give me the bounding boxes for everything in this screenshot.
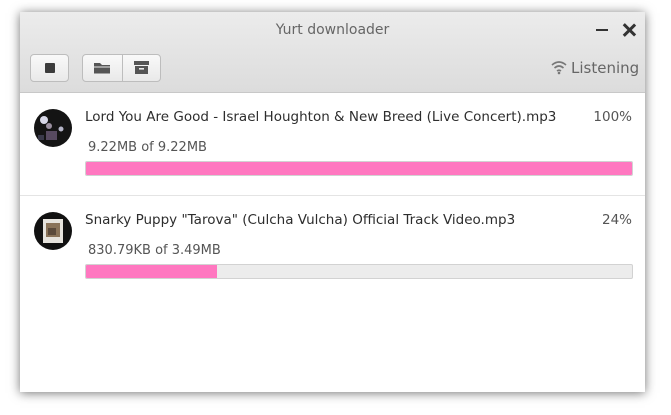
stop-button[interactable] (30, 54, 69, 82)
progress-percent: 100% (593, 109, 632, 125)
progress-bar (85, 161, 633, 176)
wifi-icon (551, 61, 567, 75)
progress-fill (86, 162, 632, 175)
file-name: Lord You Are Good - Israel Houghton & Ne… (85, 109, 557, 125)
toolbar-button-group (82, 54, 161, 82)
download-item[interactable]: Lord You Are Good - Israel Houghton & Ne… (20, 93, 645, 196)
file-name: Snarky Puppy "Tarova" (Culcha Vulcha) Of… (85, 212, 516, 228)
progress-fill (86, 265, 218, 278)
app-window: Yurt downloader Listening Lord You Are G… (20, 12, 645, 392)
download-size: 830.79KB of 3.49MB (88, 243, 221, 258)
open-folder-button[interactable] (83, 55, 123, 81)
minimize-button[interactable] (596, 29, 608, 31)
album-thumbnail (34, 212, 72, 250)
archive-button[interactable] (122, 55, 160, 81)
header-bar: Yurt downloader Listening (20, 12, 645, 93)
album-thumbnail (34, 109, 72, 147)
folder-icon (94, 63, 110, 74)
window-title: Yurt downloader (275, 22, 390, 38)
download-size: 9.22MB of 9.22MB (88, 140, 207, 155)
close-button[interactable] (621, 22, 637, 38)
progress-percent: 24% (601, 212, 632, 228)
status-text: Listening (571, 59, 640, 77)
archive-icon (134, 61, 149, 74)
download-item[interactable]: Snarky Puppy "Tarova" (Culcha Vulcha) Of… (20, 196, 645, 298)
progress-bar (85, 264, 633, 279)
stop-icon (45, 63, 55, 73)
